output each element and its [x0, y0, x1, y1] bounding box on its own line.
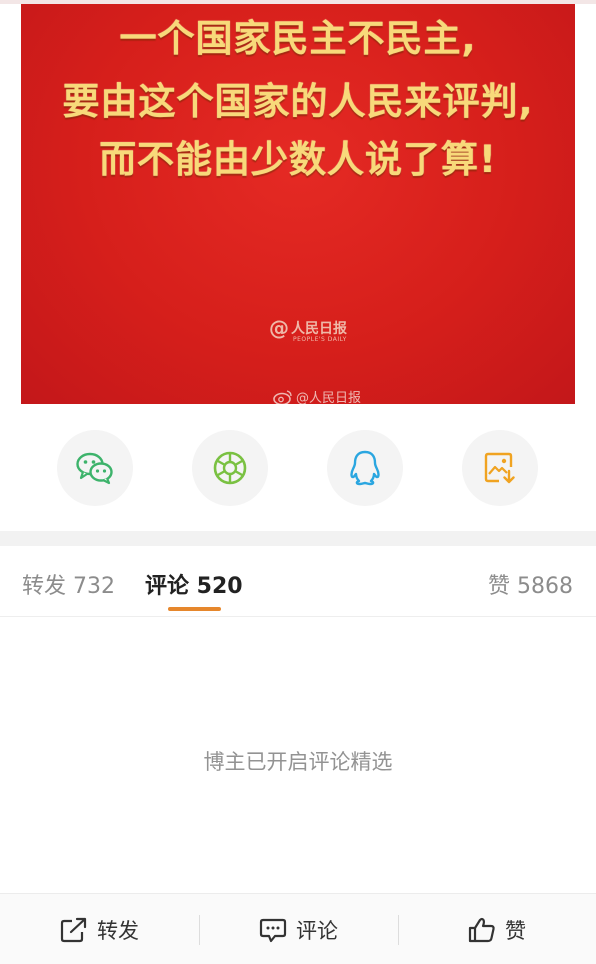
active-tab-indicator [168, 607, 221, 611]
logo-subtext: PEOPLE'S DAILY [293, 336, 347, 343]
section-separator [0, 531, 596, 546]
share-moments-button[interactable] [192, 430, 268, 506]
comment-selection-notice: 博主已开启评论精选 [203, 750, 393, 774]
qq-icon [350, 450, 380, 486]
save-image-icon [484, 452, 515, 484]
comment-icon [259, 918, 287, 942]
repost-icon [60, 917, 87, 942]
logo-text: 人民日报 [291, 321, 347, 337]
poster-text-line-3: 而不能由少数人说了算! [99, 138, 497, 181]
share-qq-button[interactable] [327, 430, 403, 506]
bottom-action-bar: 转发 评论 赞 [0, 893, 596, 964]
poster-text-line-2: 要由这个国家的人民来评判, [62, 80, 534, 123]
comment-label: 评论 [296, 918, 338, 943]
moments-icon [213, 451, 247, 485]
watermark-text: @人民日报 [296, 391, 362, 404]
tab-likes[interactable]: 赞 5868 [488, 568, 573, 600]
comment-button[interactable]: 评论 [199, 894, 398, 964]
tab-comments[interactable]: 评论 520 [145, 568, 243, 600]
weibo-post-page: 一个国家民主不民主, 要由这个国家的人民来评判, 而不能由少数人说了算! @ 人… [0, 0, 596, 964]
weibo-watermark: @人民日报 [273, 387, 361, 404]
wechat-icon [76, 452, 113, 485]
tab-reposts[interactable]: 转发 732 [22, 568, 115, 600]
like-label: 赞 [505, 918, 526, 943]
peoples-daily-logo: @ 人民日报 PEOPLE'S DAILY [269, 316, 347, 343]
interaction-tabs: 转发 732 评论 520 赞 5868 [0, 546, 596, 617]
poster-text-line-1: 一个国家民主不民主, [119, 17, 477, 60]
save-image-button[interactable] [462, 430, 538, 506]
repost-button[interactable]: 转发 [0, 894, 199, 964]
share-wechat-button[interactable] [57, 430, 133, 506]
share-row [0, 428, 596, 508]
repost-label: 转发 [97, 918, 139, 943]
like-button[interactable]: 赞 [398, 894, 596, 964]
thumbs-up-icon [468, 917, 495, 942]
post-image[interactable]: 一个国家民主不民主, 要由这个国家的人民来评判, 而不能由少数人说了算! @ 人… [21, 4, 575, 404]
weibo-logo-icon [273, 389, 292, 404]
